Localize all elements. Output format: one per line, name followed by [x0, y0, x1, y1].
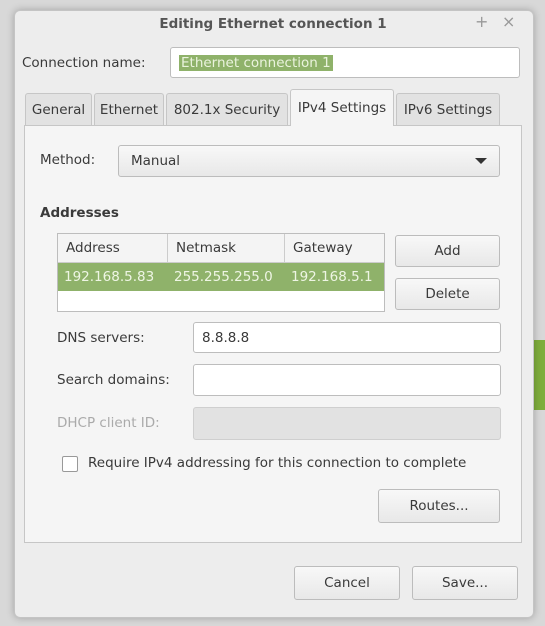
- close-icon[interactable]: ×: [502, 12, 515, 31]
- delete-button[interactable]: Delete: [395, 278, 500, 310]
- connection-name-label: Connection name:: [22, 55, 146, 71]
- search-domains-input[interactable]: [193, 364, 501, 396]
- dns-servers-label: DNS servers:: [57, 330, 145, 346]
- tab-ipv6-settings[interactable]: IPv6 Settings: [396, 93, 500, 125]
- addresses-heading: Addresses: [40, 205, 119, 221]
- search-domains-label: Search domains:: [57, 372, 170, 388]
- add-button[interactable]: Add: [395, 235, 500, 267]
- addresses-table: Address Netmask Gateway 192.168.5.83 255…: [57, 233, 385, 312]
- method-value: Manual: [131, 153, 181, 169]
- connection-name-value: Ethernet connection 1: [179, 54, 333, 71]
- dhcp-client-id-input: [193, 407, 501, 440]
- tab-802-1x-security[interactable]: 802.1x Security: [166, 93, 288, 125]
- method-select[interactable]: Manual: [118, 145, 500, 177]
- require-ipv4-checkbox[interactable]: [62, 456, 78, 472]
- method-label: Method:: [40, 152, 96, 168]
- table-row[interactable]: 192.168.5.83 255.255.255.0 192.168.5.1: [58, 263, 384, 291]
- routes-button[interactable]: Routes...: [378, 489, 500, 523]
- window-title: Editing Ethernet connection 1: [159, 16, 387, 32]
- cell-netmask[interactable]: 255.255.255.0: [168, 263, 273, 291]
- column-header-address[interactable]: Address: [58, 234, 168, 263]
- connection-name-input[interactable]: Ethernet connection 1: [170, 47, 520, 78]
- dns-servers-input[interactable]: 8.8.8.8: [193, 322, 501, 353]
- column-header-netmask[interactable]: Netmask: [168, 234, 285, 263]
- tab-general[interactable]: General: [25, 93, 92, 125]
- tab-ipv4-settings[interactable]: IPv4 Settings: [290, 89, 394, 126]
- maximize-icon[interactable]: +: [475, 12, 488, 31]
- column-header-gateway[interactable]: Gateway: [285, 234, 384, 263]
- cell-address[interactable]: 192.168.5.83: [58, 263, 154, 291]
- cancel-button[interactable]: Cancel: [294, 566, 400, 600]
- cell-gateway[interactable]: 192.168.5.1: [285, 263, 373, 291]
- tab-ethernet[interactable]: Ethernet: [94, 93, 164, 125]
- dropdown-arrow-icon: [475, 158, 487, 164]
- require-ipv4-label[interactable]: Require IPv4 addressing for this connect…: [88, 455, 466, 471]
- dhcp-client-id-label: DHCP client ID:: [57, 415, 160, 431]
- save-button[interactable]: Save...: [412, 566, 518, 600]
